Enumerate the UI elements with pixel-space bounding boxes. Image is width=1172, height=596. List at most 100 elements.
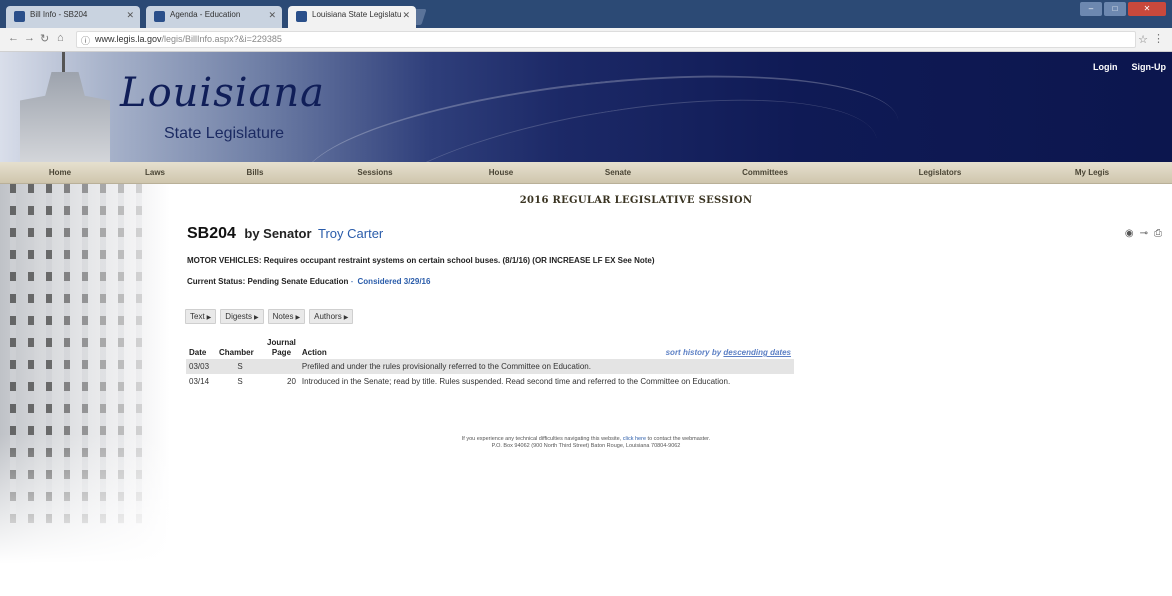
nav-house[interactable]: House <box>489 168 513 177</box>
nav-legislators[interactable]: Legislators <box>919 168 962 177</box>
image-fade <box>0 434 170 596</box>
bill-heading: SB204 by Senator Troy Carter <box>187 225 383 243</box>
info-icon[interactable]: ⓘ <box>81 34 90 47</box>
nav-committees[interactable]: Committees <box>742 168 788 177</box>
text-menu-label: Text <box>190 312 205 321</box>
capitol-building-image <box>0 184 170 596</box>
col-header-journal-bottom: Page <box>271 348 292 357</box>
session-title: 2016 REGULAR LEGISLATIVE SESSION <box>519 195 753 206</box>
cell-action: Prefiled and under the rules provisional… <box>298 359 794 374</box>
bill-number: SB204 <box>187 225 236 242</box>
bookmark-star-icon[interactable]: ☆ <box>1138 33 1148 46</box>
sort-prefix: sort history by <box>665 348 722 357</box>
close-tab-icon[interactable]: ✕ <box>402 10 410 21</box>
address-bar[interactable]: ⓘ www.legis.la.gov/legis/BillInfo.aspx?&… <box>76 31 1136 48</box>
site-header: Louisiana State Legislature Login Sign-U… <box>0 52 1172 162</box>
capitol-spire <box>62 52 65 74</box>
print-icon[interactable]: ⎙ <box>1154 228 1162 239</box>
caret-right-icon: ▶ <box>295 315 301 321</box>
col-header-chamber: Chamber <box>219 348 254 357</box>
authors-menu-label: Authors <box>314 312 342 321</box>
capitol-tower-image <box>20 72 110 162</box>
sort-history-link[interactable]: sort history by descending dates <box>666 348 791 358</box>
browser-tab-bill-info[interactable]: Bill Info - SB204 ✕ <box>6 6 140 28</box>
bill-tools: ◉ ⊸ ⎙ <box>1125 228 1162 239</box>
cell-date: 03/14 <box>189 377 210 386</box>
col-header-action: Action sort history by descending dates <box>299 338 794 359</box>
window-close-icon[interactable]: ✕ <box>1128 2 1166 16</box>
site-favicon-icon <box>296 11 307 22</box>
footer-text: to contact the webmaster. <box>647 436 711 442</box>
footer-address: P.O. Box 94062 (900 North Third Street) … <box>491 443 681 449</box>
nav-bills[interactable]: Bills <box>247 168 264 177</box>
text-menu-button[interactable]: Text ▶ <box>185 309 217 324</box>
watch-eye-icon[interactable]: ◉ <box>1125 228 1134 239</box>
site-favicon-icon <box>14 11 25 22</box>
nav-sessions[interactable]: Sessions <box>357 168 392 177</box>
cell-chamber: S <box>216 359 264 374</box>
url-path: /legis/BillInfo.aspx?&i=229385 <box>161 34 282 44</box>
nav-home[interactable]: Home <box>49 168 71 177</box>
digests-menu-button[interactable]: Digests ▶ <box>220 309 264 324</box>
cell-page <box>264 359 299 374</box>
footer-line-1: If you experience any technical difficul… <box>0 436 1172 443</box>
col-header-journal-top: Journal <box>267 338 296 347</box>
bill-status: Current Status: Pending Senate Education… <box>187 277 430 286</box>
cell-page: 20 <box>287 377 296 386</box>
minimize-icon[interactable]: – <box>1080 2 1102 16</box>
bill-by-label: by Senator <box>244 226 312 241</box>
key-icon[interactable]: ⊸ <box>1140 228 1148 239</box>
forward-arrow-icon[interactable]: → <box>24 32 35 44</box>
authors-menu-button[interactable]: Authors ▶ <box>309 309 354 324</box>
caret-right-icon: ▶ <box>206 315 212 321</box>
browser-tab-legislature[interactable]: Louisiana State Legislatu ✕ <box>288 6 416 28</box>
caret-right-icon: ▶ <box>343 315 349 321</box>
bill-description: MOTOR VEHICLES: Requires occupant restra… <box>187 256 655 265</box>
signup-link[interactable]: Sign-Up <box>1132 62 1167 72</box>
window-controls: – □ ✕ <box>1080 2 1166 16</box>
nav-senate[interactable]: Senate <box>605 168 631 177</box>
contact-webmaster-link[interactable]: click here <box>623 436 646 442</box>
notes-menu-button[interactable]: Notes ▶ <box>267 309 306 324</box>
main-nav: Home Laws Bills Sessions House Senate Co… <box>0 162 1172 184</box>
footer-text: If you experience any technical difficul… <box>461 436 622 442</box>
bill-author-link[interactable]: Troy Carter <box>318 226 383 241</box>
account-links: Login Sign-Up <box>1093 62 1166 72</box>
status-considered-link[interactable]: Considered 3/29/16 <box>358 277 431 286</box>
table-row: 03/14 S 20 Introduced in the Senate; rea… <box>186 374 794 389</box>
browser-menu-icon[interactable]: ⋮ <box>1153 32 1164 45</box>
browser-tab-strip: Bill Info - SB204 ✕ Agenda - Education ✕… <box>0 0 1172 28</box>
sort-descending-link[interactable]: descending dates <box>723 348 791 357</box>
status-separator: - <box>350 277 354 286</box>
document-menu: Text ▶ Digests ▶ Notes ▶ Authors ▶ <box>185 309 354 324</box>
back-arrow-icon[interactable]: ← <box>8 32 19 44</box>
cell-action: Introduced in the Senate; read by title.… <box>301 377 731 386</box>
page-footer: If you experience any technical difficul… <box>0 436 1172 450</box>
cell-date: 03/03 <box>186 359 216 374</box>
login-link[interactable]: Login <box>1093 62 1118 72</box>
col-header-date: Date <box>189 348 207 357</box>
bill-history-table: Date Chamber Journal Page Action sort hi… <box>186 338 794 389</box>
home-icon[interactable]: ⌂ <box>57 32 64 44</box>
nav-laws[interactable]: Laws <box>145 168 165 177</box>
close-tab-icon[interactable]: ✕ <box>126 10 134 21</box>
maximize-icon[interactable]: □ <box>1104 2 1126 16</box>
reload-icon[interactable]: ↻ <box>40 32 49 45</box>
browser-toolbar: ← → ↻ ⌂ ⓘ www.legis.la.gov/legis/BillInf… <box>0 28 1172 52</box>
tab-label: Louisiana State Legislatu <box>312 10 402 19</box>
status-label: Current Status: <box>187 277 246 286</box>
digests-menu-label: Digests <box>225 312 252 321</box>
cell-chamber: S <box>237 377 243 386</box>
site-logo[interactable]: Louisiana <box>120 70 325 116</box>
site-favicon-icon <box>154 11 165 22</box>
browser-tab-agenda[interactable]: Agenda - Education ✕ <box>146 6 282 28</box>
nav-my-legis[interactable]: My Legis <box>1075 168 1109 177</box>
notes-menu-label: Notes <box>272 312 294 321</box>
status-value: Pending Senate Education <box>247 277 349 286</box>
tab-label: Bill Info - SB204 <box>30 10 88 19</box>
col-header-journal-page: Journal Page <box>264 338 299 359</box>
table-row: 03/03 S Prefiled and under the rules pro… <box>186 359 794 374</box>
col-header-action-label: Action <box>301 348 327 357</box>
tab-label: Agenda - Education <box>170 10 241 19</box>
close-tab-icon[interactable]: ✕ <box>268 10 276 21</box>
